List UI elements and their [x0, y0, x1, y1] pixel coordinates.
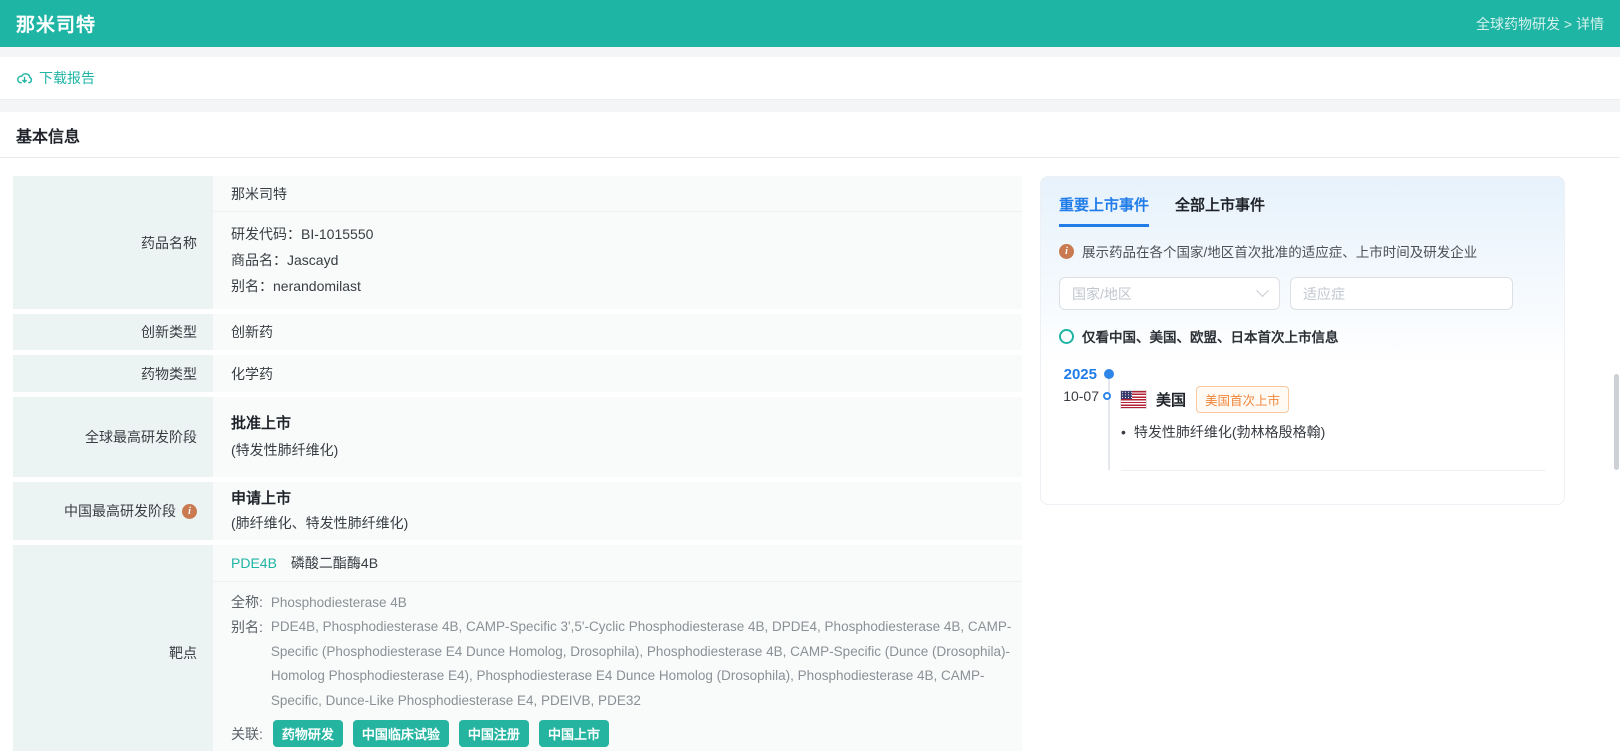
- table-row-drug-type: 药物类型 化学药: [13, 355, 1022, 392]
- chevron-down-icon: [1256, 284, 1269, 298]
- innovation-type-value: 创新药: [231, 324, 273, 340]
- cloud-download-icon: [16, 70, 33, 87]
- basic-info-table: 药品名称 那米司特 研发代码：BI-1015550 商品名：Jascayd 别名…: [13, 176, 1022, 751]
- listing-events-card: 重要上市事件 全部上市事件 i 展示药品在各个国家/地区首次批准的适应症、上市时…: [1040, 176, 1565, 505]
- scrollbar-thumb[interactable]: [1614, 374, 1619, 470]
- tab-important-listing-events[interactable]: 重要上市事件: [1059, 194, 1150, 227]
- events-note: i 展示药品在各个国家/地区首次批准的适应症、上市时间及研发企业: [1059, 241, 1546, 261]
- page-title: 那米司特: [16, 15, 97, 36]
- events-tabs: 重要上市事件 全部上市事件: [1059, 194, 1546, 227]
- timeline-country: 美国: [1156, 392, 1187, 409]
- detail-line: 商品名：Jascayd: [231, 252, 339, 268]
- row-label: 创新类型: [13, 314, 213, 350]
- first-listing-badge: 美国首次上市: [1196, 386, 1290, 413]
- detail-line: 别名：nerandomilast: [231, 278, 361, 294]
- section-bar: 基本信息: [0, 112, 1620, 158]
- drug-type-value: 化学药: [231, 365, 273, 382]
- events-note-text: 展示药品在各个国家/地区首次批准的适应症、上市时间及研发企业: [1082, 245, 1478, 260]
- china-stage-value: 申请上市: [231, 490, 292, 507]
- target-relations: 关联: 药物研发 中国临床试验 中国注册 中国上市: [231, 720, 1014, 747]
- info-icon: i: [1059, 243, 1074, 259]
- row-label: 药物类型: [13, 355, 213, 392]
- events-filters: 国家/地区: [1059, 277, 1546, 310]
- relation-tag-china-clinical-trial[interactable]: 中国临床试验: [352, 720, 449, 747]
- table-row-global-stage: 全球最高研发阶段 批准上市 (特发性肺纤维化): [13, 397, 1022, 477]
- section-title: 基本信息: [16, 128, 81, 146]
- timeline-divider: [1121, 470, 1546, 471]
- timeline-event-dot: [1103, 392, 1111, 400]
- content-area: 药品名称 那米司特 研发代码：BI-1015550 商品名：Jascayd 别名…: [0, 158, 1620, 751]
- divider-strip: [0, 47, 1620, 57]
- global-stage-value: 批准上市: [231, 415, 292, 432]
- timeline-year-dot: [1104, 369, 1114, 379]
- drug-name-details: 研发代码：BI-1015550 商品名：Jascayd 别名：nerandomi…: [213, 212, 1022, 309]
- breadcrumb[interactable]: 全球药物研发 > 详情: [1476, 14, 1604, 34]
- relation-tag-china-registration[interactable]: 中国注册: [458, 720, 529, 747]
- row-label: 全球最高研发阶段: [13, 397, 213, 477]
- us-flag-icon: [1121, 391, 1146, 408]
- download-report-label: 下载报告: [39, 70, 95, 86]
- country-region-select[interactable]: 国家/地区: [1059, 277, 1280, 310]
- info-icon[interactable]: i: [182, 503, 197, 519]
- row-label: 药品名称: [13, 176, 213, 309]
- first-listing-filter: 仅看中国、美国、欧盟、日本首次上市信息: [1059, 326, 1546, 346]
- indication-input[interactable]: [1290, 277, 1513, 310]
- target-gene-link[interactable]: PDE4B: [231, 555, 277, 571]
- detail-line: 研发代码：BI-1015550: [231, 226, 374, 242]
- target-full-name-line: 全称: Phosphodiesterase 4B: [231, 594, 407, 610]
- drug-name-primary: 那米司特: [213, 176, 1022, 212]
- table-row-china-stage: 中国最高研发阶段 i 申请上市 (肺纤维化、特发性肺纤维化): [13, 482, 1022, 540]
- target-alias-line: 别名: PDE4B, Phosphodiesterase 4B, CAMP-Spe…: [231, 619, 1012, 708]
- country-region-placeholder: 国家/地区: [1072, 285, 1132, 302]
- divider-strip: [0, 100, 1620, 112]
- row-label: 中国最高研发阶段: [64, 503, 176, 519]
- radio-button[interactable]: [1059, 328, 1074, 344]
- row-label: 靶点: [13, 545, 213, 751]
- download-report-button[interactable]: 下载报告: [16, 68, 95, 88]
- china-stage-indications: (肺纤维化、特发性肺纤维化): [231, 515, 409, 531]
- tab-all-listing-events[interactable]: 全部上市事件: [1175, 194, 1265, 227]
- relation-tag-drug-rd[interactable]: 药物研发: [272, 720, 343, 747]
- table-row-innovation-type: 创新类型 创新药: [13, 314, 1022, 350]
- timeline-year: 2025: [1063, 366, 1097, 383]
- timeline-event: 美国 美国首次上市: [1121, 386, 1290, 413]
- timeline-rail: [1108, 376, 1110, 470]
- relation-tag-china-listed[interactable]: 中国上市: [538, 720, 609, 747]
- radio-label: 仅看中国、美国、欧盟、日本首次上市信息: [1082, 330, 1339, 345]
- listing-timeline: 2025 10-07 美国 美国首次上市 特发性肺纤维化(勃林格殷格翰): [1059, 366, 1546, 478]
- timeline-indication: 特发性肺纤维化(勃林格殷格翰): [1121, 422, 1325, 442]
- table-row-drug-name: 药品名称 那米司特 研发代码：BI-1015550 商品名：Jascayd 别名…: [13, 176, 1022, 309]
- app-header: 那米司特 全球药物研发 > 详情: [0, 0, 1620, 47]
- timeline-date: 10-07: [1063, 388, 1099, 404]
- download-bar: 下载报告: [0, 57, 1620, 100]
- target-gene-cn: 磷酸二酯酶4B: [290, 555, 379, 571]
- table-row-target: 靶点 PDE4B 磷酸二酯酶4B 全称: Phosphodiesterase 4B…: [13, 545, 1022, 751]
- global-stage-indications: (特发性肺纤维化): [231, 442, 339, 458]
